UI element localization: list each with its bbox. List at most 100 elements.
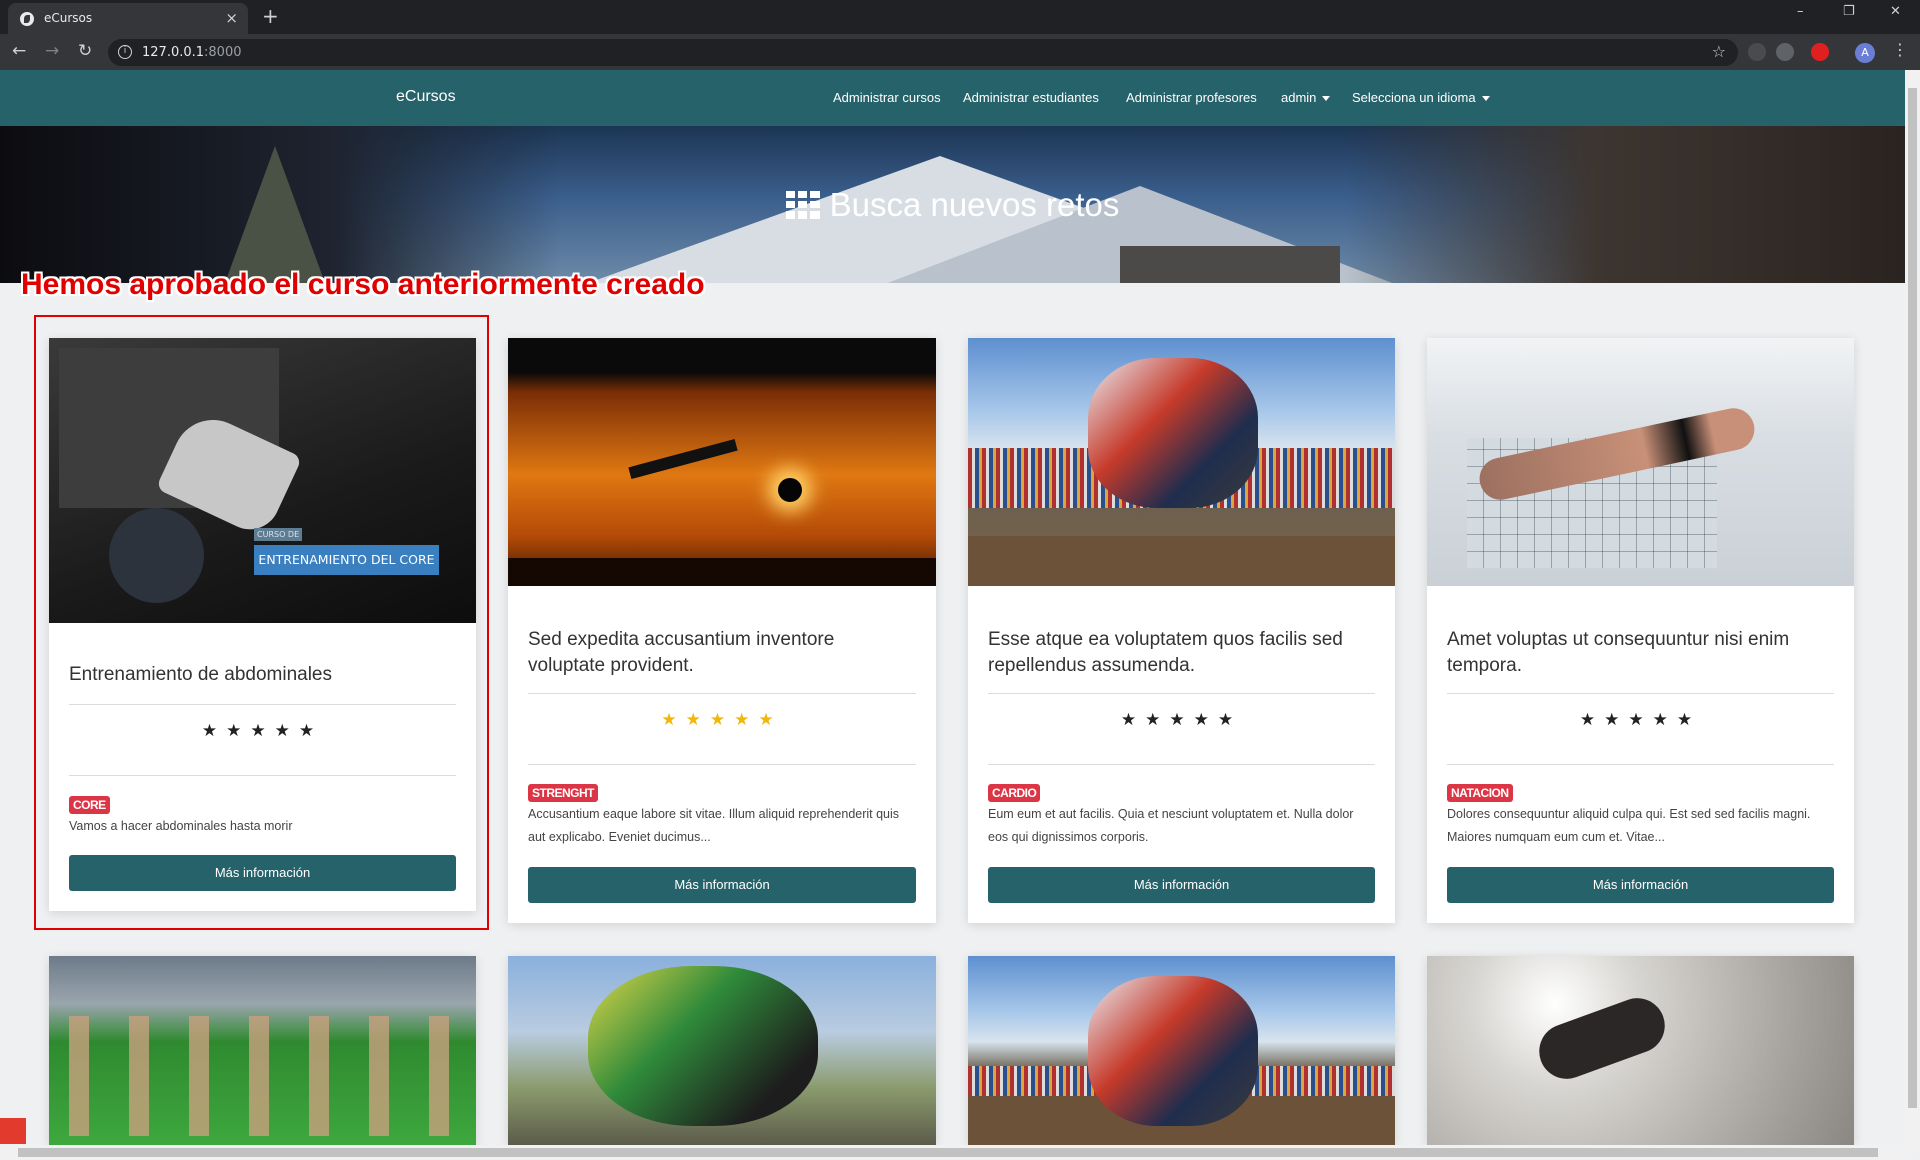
hero-building — [1120, 246, 1340, 283]
divider — [1447, 764, 1834, 765]
course-image[interactable] — [1427, 338, 1854, 586]
kebab-menu-icon[interactable]: ⋮ — [1892, 40, 1908, 59]
brand-link[interactable]: eCursos — [396, 88, 456, 106]
course-card: Amet voluptas ut consequuntur nisi enim … — [1427, 338, 1854, 923]
image-dirt — [968, 536, 1395, 586]
course-card: Esse atque ea voluptatem quos facilis se… — [968, 338, 1395, 923]
course-image[interactable] — [1427, 956, 1854, 1146]
url-text: 127.0.0.1:8000 — [142, 45, 242, 60]
scrollbar-thumb[interactable] — [1908, 88, 1917, 1108]
course-image[interactable] — [968, 956, 1395, 1146]
image-cyclist — [588, 966, 818, 1126]
profile-avatar[interactable]: A — [1855, 43, 1875, 63]
vertical-scrollbar[interactable] — [1905, 70, 1920, 1145]
browser-tab-bar: eCursos × + – ❐ ✕ — [0, 0, 1920, 34]
language-label: Selecciona un idioma — [1352, 90, 1476, 105]
image-rider — [1088, 358, 1258, 508]
category-badge: NATACION — [1447, 784, 1513, 802]
extension-gear-icon[interactable] — [1776, 43, 1794, 61]
course-description: Eum eum et aut facilis. Quia et nesciunt… — [988, 807, 1354, 844]
hero-title-text: Busca nuevos retos — [829, 186, 1120, 223]
course-card — [968, 956, 1395, 1146]
category-badge: CARDIO — [988, 784, 1041, 802]
rating-stars: ★★★★★ — [661, 710, 783, 730]
nav-admin-teachers[interactable]: Administrar profesores — [1126, 90, 1257, 105]
new-tab-button[interactable]: + — [262, 4, 279, 28]
scrollbar-thumb[interactable] — [18, 1148, 1878, 1157]
image-tag-main: ENTRENAMIENTO DEL CORE — [254, 545, 439, 575]
divider — [988, 693, 1375, 694]
extension-icon[interactable] — [1748, 43, 1766, 61]
nav-language-dropdown[interactable]: Selecciona un idioma — [1352, 90, 1490, 105]
divider — [528, 693, 916, 694]
admin-label: admin — [1281, 90, 1317, 105]
divider — [69, 775, 456, 776]
forward-arrow-icon[interactable]: → — [45, 41, 59, 61]
rating-stars: ★★★★★ — [1120, 710, 1243, 730]
tab-title: eCursos — [44, 11, 93, 25]
image-city — [508, 558, 936, 586]
image-tag-small: CURSO DE — [254, 528, 303, 541]
image-ball — [109, 508, 204, 603]
nav-admin-dropdown[interactable]: admin — [1281, 90, 1331, 105]
hero-banner: Busca nuevos retos — [0, 126, 1905, 283]
category-badge: CORE — [69, 796, 110, 814]
more-info-button[interactable]: Más información — [69, 855, 456, 891]
course-image[interactable] — [968, 338, 1395, 586]
divider — [988, 764, 1375, 765]
course-card: Sed expedita accusantium inventore volup… — [508, 338, 936, 923]
category-badge: STRENGHT — [528, 784, 598, 802]
annotation-text: Hemos aprobado el curso anteriormente cr… — [21, 268, 705, 301]
grid-icon — [785, 191, 820, 219]
course-card — [508, 956, 936, 1146]
course-image[interactable] — [508, 956, 936, 1146]
course-title[interactable]: Esse atque ea voluptatem quos facilis se… — [988, 627, 1375, 679]
reload-icon[interactable]: ↻ — [78, 41, 92, 61]
globe-icon — [20, 12, 34, 26]
course-title[interactable]: Amet voluptas ut consequuntur nisi enim … — [1447, 627, 1834, 679]
divider — [1447, 693, 1834, 694]
course-description: Accusantium eaque labore sit vitae. Illu… — [528, 807, 900, 844]
browser-tab[interactable]: eCursos × — [8, 3, 248, 34]
close-window-button[interactable]: ✕ — [1890, 4, 1901, 19]
image-rider — [1088, 976, 1258, 1126]
image-sun — [778, 478, 802, 502]
divider — [528, 764, 916, 765]
more-info-button[interactable]: Más información — [1447, 867, 1834, 903]
rating-stars: ★★★★★ — [1579, 710, 1702, 730]
divider — [69, 704, 456, 705]
course-card — [49, 956, 476, 1146]
course-description: Vamos a hacer abdominales hasta morir — [69, 819, 293, 833]
back-arrow-icon[interactable]: ← — [12, 41, 26, 61]
extension-red-icon[interactable] — [1811, 43, 1829, 61]
caret-down-icon — [1322, 96, 1331, 102]
browser-toolbar: ← → ↻ i 127.0.0.1:8000 ☆ A ⋮ — [0, 34, 1920, 70]
image-runners — [69, 1016, 459, 1136]
course-card — [1427, 956, 1854, 1146]
nav-admin-courses[interactable]: Administrar cursos — [833, 90, 941, 105]
caret-down-icon — [1481, 96, 1490, 102]
hero-title: Busca nuevos retos — [0, 186, 1905, 224]
course-title[interactable]: Sed expedita accusantium inventore volup… — [528, 627, 916, 679]
site-navbar: eCursos Administrar cursos Administrar e… — [0, 70, 1905, 126]
taskbar-app-icon[interactable] — [0, 1118, 26, 1144]
minimize-button[interactable]: – — [1797, 4, 1804, 19]
course-image[interactable] — [49, 956, 476, 1146]
course-image[interactable] — [508, 338, 936, 586]
rating-stars: ★★★★★ — [201, 721, 324, 741]
image-figure — [628, 438, 738, 480]
course-title[interactable]: Entrenamiento de abdominales — [69, 662, 456, 688]
course-card: CURSO DE ENTRENAMIENTO DEL CORE Entrenam… — [49, 338, 476, 911]
address-bar[interactable]: i 127.0.0.1:8000 ☆ — [108, 39, 1738, 66]
image-jumper — [1531, 990, 1673, 1087]
star-bookmark-icon[interactable]: ☆ — [1712, 42, 1726, 61]
more-info-button[interactable]: Más información — [528, 867, 916, 903]
course-description: Dolores consequuntur aliquid culpa qui. … — [1447, 807, 1811, 844]
tab-close-icon[interactable]: × — [225, 9, 238, 27]
info-icon[interactable]: i — [118, 45, 132, 59]
horizontal-scrollbar[interactable] — [0, 1145, 1905, 1160]
course-image[interactable]: CURSO DE ENTRENAMIENTO DEL CORE — [49, 338, 476, 623]
more-info-button[interactable]: Más información — [988, 867, 1375, 903]
restore-button[interactable]: ❐ — [1843, 4, 1855, 19]
nav-admin-students[interactable]: Administrar estudiantes — [963, 90, 1099, 105]
